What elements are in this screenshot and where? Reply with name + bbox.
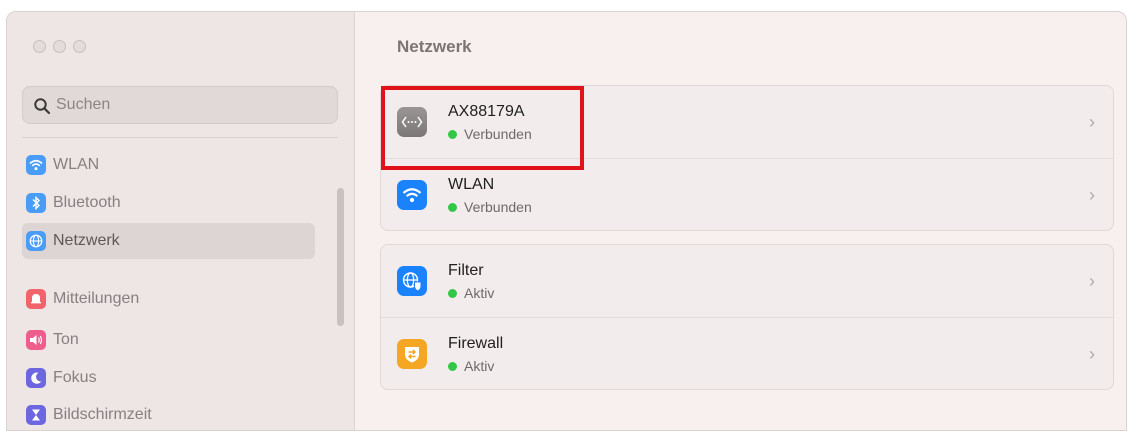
bell-icon bbox=[26, 289, 46, 309]
sidebar-divider bbox=[22, 137, 338, 138]
sidebar-item-bildschirmzeit[interactable]: Bildschirmzeit bbox=[22, 397, 315, 430]
row-title: AX88179A bbox=[448, 103, 525, 120]
network-row-firewall[interactable]: Firewall Aktiv › bbox=[381, 317, 1113, 390]
network-row-wlan[interactable]: WLAN Verbunden › bbox=[381, 158, 1113, 231]
row-status: Verbunden bbox=[448, 126, 532, 142]
sidebar-item-label: Bildschirmzeit bbox=[53, 406, 152, 423]
firewall-icon bbox=[397, 339, 427, 369]
security-group: Filter Aktiv › Firewall Aktiv › bbox=[380, 244, 1114, 390]
status-dot bbox=[448, 288, 457, 298]
sidebar-item-ton[interactable]: Ton bbox=[22, 322, 315, 358]
status-text: Aktiv bbox=[464, 358, 495, 374]
close-window-button[interactable] bbox=[33, 40, 46, 53]
row-title: WLAN bbox=[448, 176, 495, 193]
row-title: Firewall bbox=[448, 335, 504, 352]
row-status: Aktiv bbox=[448, 358, 494, 374]
sidebar-item-bluetooth[interactable]: Bluetooth bbox=[22, 185, 315, 221]
page-title: Netzwerk bbox=[397, 37, 472, 56]
status-dot bbox=[448, 202, 457, 212]
status-text: Aktiv bbox=[464, 285, 495, 301]
chevron-right-icon: › bbox=[1089, 344, 1095, 364]
sidebar-item-netzwerk[interactable]: Netzwerk bbox=[22, 223, 315, 259]
sidebar-item-label: Bluetooth bbox=[53, 194, 121, 211]
sidebar-item-mitteilungen[interactable]: Mitteilungen bbox=[22, 281, 315, 317]
row-status: Aktiv bbox=[448, 285, 494, 301]
ethernet-icon bbox=[397, 107, 427, 137]
wifi-icon bbox=[397, 180, 427, 210]
status-dot bbox=[448, 361, 457, 371]
wifi-icon bbox=[26, 155, 46, 175]
status-text: Verbunden bbox=[464, 126, 532, 142]
chevron-right-icon: › bbox=[1089, 271, 1095, 291]
row-title: Filter bbox=[448, 262, 484, 279]
sidebar-item-label: Fokus bbox=[53, 369, 97, 386]
sidebar-item-fokus[interactable]: Fokus bbox=[22, 360, 315, 396]
chevron-right-icon: › bbox=[1089, 185, 1095, 205]
speaker-icon bbox=[26, 330, 46, 350]
chevron-right-icon: › bbox=[1089, 112, 1095, 132]
sidebar: Suchen WLAN Bluetooth Netzwerk Mitteilun… bbox=[7, 12, 355, 430]
minimize-window-button[interactable] bbox=[53, 40, 66, 53]
status-dot bbox=[448, 129, 457, 139]
sidebar-item-wlan[interactable]: WLAN bbox=[22, 147, 315, 183]
globe-shield-icon bbox=[397, 266, 427, 296]
search-placeholder: Suchen bbox=[56, 96, 111, 113]
row-status: Verbunden bbox=[448, 199, 532, 215]
sidebar-item-label: WLAN bbox=[53, 156, 100, 173]
search-field[interactable]: Suchen bbox=[22, 86, 338, 124]
bluetooth-icon bbox=[26, 193, 46, 213]
search-icon bbox=[34, 98, 51, 115]
sidebar-item-label: Mitteilungen bbox=[53, 290, 140, 307]
zoom-window-button[interactable] bbox=[73, 40, 86, 53]
settings-window: Suchen WLAN Bluetooth Netzwerk Mitteilun… bbox=[6, 11, 1127, 431]
network-services-group: AX88179A Verbunden › WLAN Verbunden › bbox=[380, 85, 1114, 231]
sidebar-item-label: Netzwerk bbox=[53, 232, 120, 249]
sidebar-item-label: Ton bbox=[53, 331, 79, 348]
moon-icon bbox=[26, 368, 46, 388]
network-row-ax88179a[interactable]: AX88179A Verbunden › bbox=[381, 86, 1113, 158]
status-text: Verbunden bbox=[464, 199, 532, 215]
globe-icon bbox=[26, 231, 46, 251]
network-row-filter[interactable]: Filter Aktiv › bbox=[381, 245, 1113, 317]
sidebar-scrollbar[interactable] bbox=[337, 188, 344, 326]
hourglass-icon bbox=[26, 405, 46, 425]
